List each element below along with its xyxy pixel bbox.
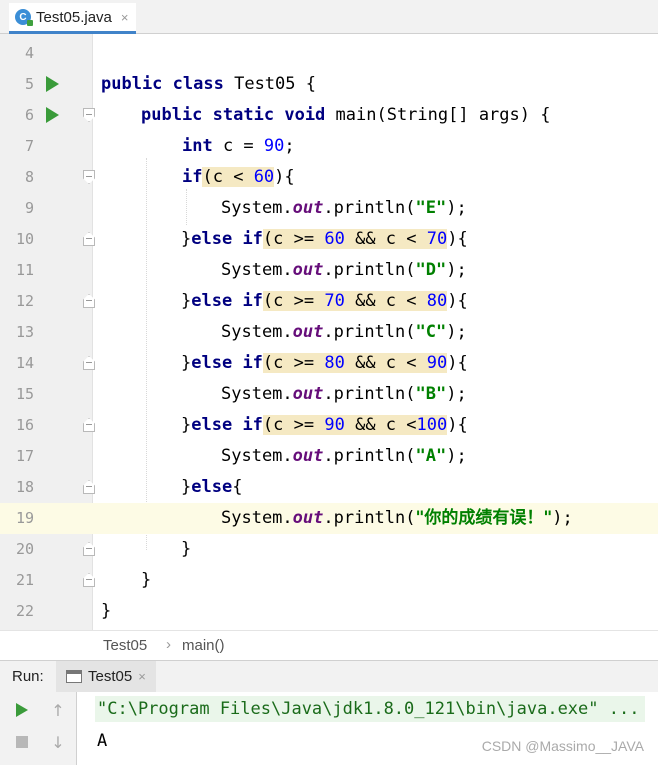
code-text: }else if(c >= 80 && c < 90){ bbox=[181, 353, 468, 373]
line-number: 13 bbox=[15, 323, 34, 341]
code-editor[interactable]: 4 5 public class Test05 { 6 public stati… bbox=[0, 34, 658, 630]
fold-close-icon[interactable] bbox=[83, 573, 95, 587]
arrow-up-icon: ↑ bbox=[51, 700, 65, 720]
line-number: 15 bbox=[15, 385, 34, 403]
code-line-6: 6 public static void main(String[] args)… bbox=[0, 100, 658, 131]
line-number: 4 bbox=[24, 44, 34, 62]
code-text: }else if(c >= 60 && c < 70){ bbox=[181, 229, 468, 249]
code-line-13: 13 System.out.println("C"); bbox=[0, 317, 658, 348]
code-line-10: 10 }else if(c >= 60 && c < 70){ bbox=[0, 224, 658, 255]
line-number: 11 bbox=[15, 261, 34, 279]
code-line-8: 8 if(c < 60){ bbox=[0, 162, 658, 193]
code-line-17: 17 System.out.println("A"); bbox=[0, 441, 658, 472]
fold-close-icon[interactable] bbox=[83, 356, 95, 370]
breadcrumb-method[interactable]: main() bbox=[182, 637, 225, 654]
line-number: 14 bbox=[15, 354, 34, 372]
fold-close-icon[interactable] bbox=[83, 480, 95, 494]
code-text: System.out.println("A"); bbox=[221, 446, 467, 466]
fold-close-icon[interactable] bbox=[83, 232, 95, 246]
code-line-19-current: 19 System.out.println("你的成绩有误！"); bbox=[0, 503, 658, 534]
run-tool-window-header: Run: Test05 × bbox=[0, 660, 658, 693]
code-line-16: 16 }else if(c >= 90 && c <100){ bbox=[0, 410, 658, 441]
line-number: 18 bbox=[15, 478, 34, 496]
tab-filename: Test05.java bbox=[36, 8, 112, 26]
line-number: 20 bbox=[15, 540, 34, 558]
code-text: } bbox=[181, 539, 192, 559]
run-tab-label: Test05 bbox=[88, 668, 133, 685]
editor-tab-bar: C Test05.java × bbox=[0, 0, 658, 34]
fold-close-icon[interactable] bbox=[83, 418, 95, 432]
arrow-down-icon: ↓ bbox=[51, 732, 65, 752]
scroll-down-button[interactable]: ↓ bbox=[46, 730, 70, 754]
code-line-12: 12 }else if(c >= 70 && c < 80){ bbox=[0, 286, 658, 317]
line-number: 22 bbox=[15, 602, 34, 620]
play-icon bbox=[16, 703, 28, 717]
code-text: public class Test05 { bbox=[101, 74, 316, 94]
line-number: 7 bbox=[24, 137, 34, 155]
run-main-icon[interactable] bbox=[46, 107, 59, 123]
code-line-4: 4 bbox=[0, 38, 658, 69]
line-number: 17 bbox=[15, 447, 34, 465]
code-text: System.out.println("E"); bbox=[221, 198, 467, 218]
line-number: 6 bbox=[24, 106, 34, 124]
code-line-15: 15 System.out.println("B"); bbox=[0, 379, 658, 410]
run-toolbar: ↑ ↓ bbox=[0, 692, 77, 765]
line-number: 8 bbox=[24, 168, 34, 186]
run-tab-test05[interactable]: Test05 × bbox=[56, 661, 156, 692]
java-class-icon: C bbox=[15, 9, 33, 26]
run-label: Run: bbox=[12, 668, 44, 685]
code-text: System.out.println("C"); bbox=[221, 322, 467, 342]
code-text: System.out.println("B"); bbox=[221, 384, 467, 404]
run-tab-close-icon[interactable]: × bbox=[138, 669, 146, 684]
code-text: int c = 90; bbox=[182, 136, 295, 156]
fold-close-icon[interactable] bbox=[83, 542, 95, 556]
scroll-up-button[interactable]: ↑ bbox=[46, 698, 70, 722]
code-text: public static void main(String[] args) { bbox=[141, 105, 551, 125]
code-line-11: 11 System.out.println("D"); bbox=[0, 255, 658, 286]
code-line-21: 21 } bbox=[0, 565, 658, 596]
console-command-line[interactable]: "C:\Program Files\Java\jdk1.8.0_121\bin\… bbox=[95, 696, 646, 722]
code-text: System.out.println("D"); bbox=[221, 260, 467, 280]
code-text: }else if(c >= 70 && c < 80){ bbox=[181, 291, 468, 311]
code-line-22: 22 } bbox=[0, 596, 658, 627]
watermark: CSDN @Massimo__JAVA bbox=[481, 738, 644, 754]
breadcrumb-class[interactable]: Test05 bbox=[103, 637, 147, 654]
line-number: 12 bbox=[15, 292, 34, 310]
code-text: if(c < 60){ bbox=[182, 167, 295, 187]
fold-close-icon[interactable] bbox=[83, 294, 95, 308]
console-icon bbox=[66, 670, 82, 683]
code-text: } bbox=[141, 570, 152, 590]
code-text: } bbox=[101, 601, 112, 621]
code-text: }else if(c >= 90 && c <100){ bbox=[181, 415, 468, 435]
fold-open-icon[interactable] bbox=[83, 170, 95, 184]
tab-test05-java[interactable]: C Test05.java × bbox=[9, 3, 137, 34]
stop-icon bbox=[16, 736, 28, 748]
run-class-icon[interactable] bbox=[46, 76, 59, 92]
code-line-20: 20 } bbox=[0, 534, 658, 565]
code-line-14: 14 }else if(c >= 80 && c < 90){ bbox=[0, 348, 658, 379]
code-text: }else{ bbox=[181, 477, 243, 497]
line-number: 16 bbox=[15, 416, 34, 434]
code-line-18: 18 }else{ bbox=[0, 472, 658, 503]
breadcrumb: Test05 › main() bbox=[0, 630, 658, 660]
console-output[interactable]: "C:\Program Files\Java\jdk1.8.0_121\bin\… bbox=[77, 692, 658, 765]
console-output-text: A bbox=[97, 731, 108, 751]
code-text: System.out.println("你的成绩有误！"); bbox=[221, 508, 573, 528]
line-number: 9 bbox=[24, 199, 34, 217]
tab-close-icon[interactable]: × bbox=[121, 10, 129, 25]
code-line-9: 9 System.out.println("E"); bbox=[0, 193, 658, 224]
code-line-5: 5 public class Test05 { bbox=[0, 69, 658, 100]
line-number: 19 bbox=[0, 503, 34, 534]
line-number: 10 bbox=[15, 230, 34, 248]
fold-open-icon[interactable] bbox=[83, 108, 95, 122]
stop-button[interactable] bbox=[10, 730, 34, 754]
rerun-button[interactable] bbox=[10, 698, 34, 722]
code-line-7: 7 int c = 90; bbox=[0, 131, 658, 162]
breadcrumb-separator: › bbox=[166, 636, 171, 653]
line-number: 5 bbox=[24, 75, 34, 93]
line-number: 21 bbox=[15, 571, 34, 589]
